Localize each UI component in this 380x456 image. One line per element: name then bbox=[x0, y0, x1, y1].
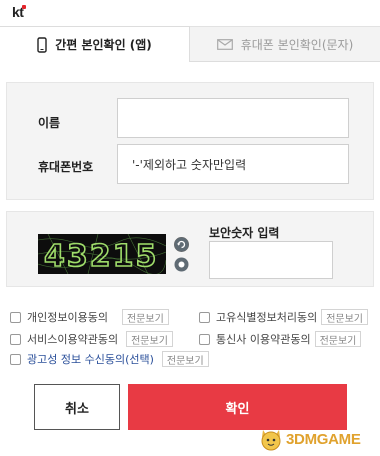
tab-sms-verification[interactable]: 휴대폰 본인확인(문자) bbox=[190, 26, 380, 62]
watermark: 3DMGAME bbox=[258, 424, 378, 454]
mobile-phone-icon bbox=[37, 36, 47, 53]
view-full-text-link[interactable]: 전문보기 bbox=[314, 331, 362, 347]
refresh-icon[interactable] bbox=[174, 237, 189, 252]
phone-label: 휴대폰번호 bbox=[38, 160, 94, 174]
tab-bar: 간편 본인확인 (앱) 휴대폰 본인확인(문자) bbox=[0, 26, 380, 62]
checkbox[interactable] bbox=[199, 333, 210, 345]
cancel-button[interactable]: 취소 bbox=[34, 384, 120, 430]
envelope-icon bbox=[216, 38, 233, 50]
top-bar: kt bbox=[0, 0, 380, 26]
audio-icon[interactable] bbox=[174, 257, 189, 272]
phone-input[interactable]: '-'제외하고 숫자만입력 bbox=[117, 144, 349, 184]
captcha-input[interactable] bbox=[209, 241, 333, 279]
kt-logo: kt bbox=[12, 4, 27, 20]
phone-placeholder: '-'제외하고 숫자만입력 bbox=[132, 157, 247, 172]
agreement-unique-id[interactable]: 고유식별정보처리동의 전문보기 bbox=[199, 308, 369, 326]
checkbox[interactable] bbox=[10, 353, 21, 365]
tab-simple-app-verification[interactable]: 간편 본인확인 (앱) bbox=[0, 26, 190, 62]
checkbox[interactable] bbox=[10, 311, 21, 323]
view-full-text-link[interactable]: 전문보기 bbox=[126, 331, 173, 347]
agreement-marketing-optional[interactable]: 광고성 정보 수신동의(선택) 전문보기 bbox=[10, 350, 209, 368]
captcha-image: 43215 bbox=[38, 234, 166, 274]
view-full-text-link[interactable]: 전문보기 bbox=[121, 309, 169, 325]
agreement-label: 광고성 정보 수신동의(선택) bbox=[27, 353, 154, 366]
watermark-text: 3DMGAME bbox=[286, 430, 361, 448]
agreement-label: 고유식별정보처리동의 bbox=[216, 311, 318, 324]
checkbox[interactable] bbox=[199, 311, 210, 323]
view-full-text-link[interactable]: 전문보기 bbox=[161, 351, 209, 367]
agreement-carrier-terms[interactable]: 통신사 이용약관동의 전문보기 bbox=[199, 330, 362, 348]
agreement-label: 개인정보이용동의 bbox=[27, 311, 108, 324]
agreement-service-terms[interactable]: 서비스이용약관동의 전문보기 bbox=[10, 330, 173, 348]
agreement-privacy[interactable]: 개인정보이용동의 전문보기 bbox=[10, 308, 169, 326]
captcha-input-label: 보안숫자 입력 bbox=[209, 226, 280, 240]
tab-label: 휴대폰 본인확인(문자) bbox=[240, 37, 354, 52]
name-input[interactable] bbox=[117, 98, 349, 138]
agreement-label: 통신사 이용약관동의 bbox=[216, 333, 311, 346]
name-label: 이름 bbox=[38, 116, 61, 130]
agreement-label: 서비스이용약관동의 bbox=[27, 333, 119, 346]
watermark-mascot-icon bbox=[261, 430, 281, 451]
tab-label: 간편 본인확인 (앱) bbox=[55, 38, 152, 52]
captcha-digits: 43215 bbox=[44, 239, 158, 274]
checkbox[interactable] bbox=[10, 333, 21, 345]
view-full-text-link[interactable]: 전문보기 bbox=[321, 309, 369, 325]
